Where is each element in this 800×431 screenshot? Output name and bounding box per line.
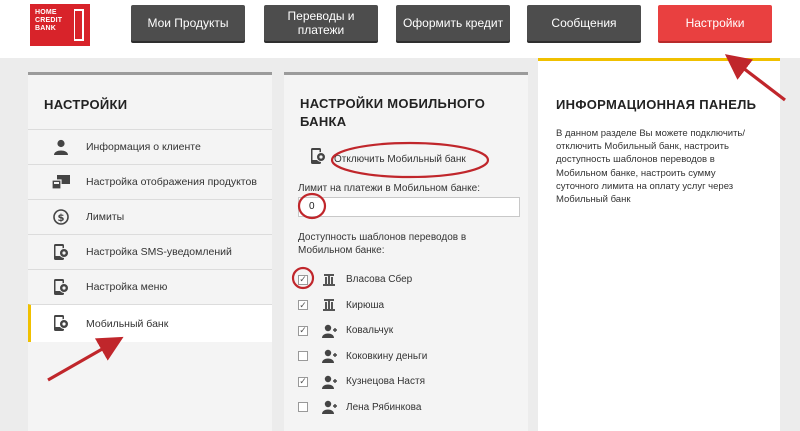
info-line: Мобильном банке, настроить сумму (556, 167, 716, 179)
settings-item-label: Мобильный банк (86, 317, 169, 330)
info-line: отключить Мобильный банк, настроить (556, 141, 729, 153)
bank-icon (322, 273, 338, 287)
settings-menu: Информация о клиенте Настройка отображен… (28, 129, 272, 342)
settings-item-mobile-bank[interactable]: Мобильный банк (28, 304, 272, 342)
disable-mobile-bank-label: Отключить Мобильный банк (334, 153, 466, 165)
bank-icon (322, 298, 338, 312)
mobile-bank-settings-title-line1: НАСТРОЙКИ МОБИЛЬНОГО (300, 96, 486, 111)
template-row: Коковкину деньги (298, 344, 522, 370)
template-checkbox[interactable]: ✓ (298, 325, 308, 336)
limit-input[interactable]: 0 (298, 197, 520, 217)
template-checkbox[interactable] (298, 402, 308, 413)
nav-my-products-button[interactable]: Мои Продукты (131, 5, 245, 41)
info-line: В данном разделе Вы можете подключить/ (556, 128, 746, 139)
svg-text:$: $ (58, 213, 65, 224)
mobile-bank-settings-content: Отключить Мобильный банк Лимит на платеж… (298, 145, 522, 420)
settings-item-label: Настройка SMS-уведомлений (86, 246, 232, 258)
nav-transfers-label-line1: Переводы и (287, 9, 355, 23)
template-name: Лена Рябинкова (346, 401, 422, 413)
template-name: Кузнецова Настя (346, 376, 425, 388)
template-name: Кирюша (346, 299, 385, 311)
limit-label: Лимит на платежи в Мобильном банке: (298, 183, 480, 194)
mobile-bank-settings-panel: НАСТРОЙКИ МОБИЛЬНОГО БАНКА Отключить Моб… (284, 72, 528, 431)
nav-my-products-label: Мои Продукты (147, 16, 229, 30)
settings-title: НАСТРОЙКИ (44, 97, 128, 112)
top-navigation-bar: HOME CREDIT BANK Мои Продукты Переводы и… (0, 0, 800, 58)
template-name: Коковкину деньги (346, 350, 428, 362)
settings-item-label: Информация о клиенте (86, 141, 201, 153)
info-line: суточного лимита на оплату услуг через (556, 180, 734, 192)
info-line: Мобильный банк (556, 194, 631, 206)
template-row: ✓ Кирюша (298, 293, 522, 319)
info-panel: ИНФОРМАЦИОННАЯ ПАНЕЛЬ В данном разделе В… (538, 58, 780, 431)
info-line: доступность шаблонов переводов в (556, 154, 715, 166)
disable-mobile-bank-button[interactable]: Отключить Мобильный банк (310, 145, 522, 173)
settings-item-label: Настройка отображения продуктов (86, 176, 257, 188)
template-checkbox[interactable] (298, 351, 308, 362)
template-checkbox[interactable]: ✓ (298, 376, 308, 387)
template-row: ✓ Кузнецова Настя (298, 369, 522, 395)
person-transfer-icon (322, 324, 338, 338)
mobile-bank-settings-title: НАСТРОЙКИ МОБИЛЬНОГО БАНКА (300, 95, 520, 131)
phone-gear-icon (310, 148, 326, 170)
info-panel-text: В данном разделе Вы можете подключить/ о… (556, 127, 770, 206)
nav-transfers-button[interactable]: Переводы и платежи (264, 5, 378, 41)
settings-item-sms[interactable]: Настройка SMS-уведомлений (28, 234, 272, 269)
settings-item-limits[interactable]: $ Лимиты (28, 199, 272, 234)
settings-item-label: Настройка меню (86, 281, 168, 293)
settings-item-display-products[interactable]: Настройка отображения продуктов (28, 164, 272, 199)
template-row: ✓ Власова Сбер (298, 267, 522, 293)
nav-messages-button[interactable]: Сообщения (527, 5, 641, 41)
mobile-bank-settings-title-line2: БАНКА (300, 114, 347, 129)
dollar-icon: $ (52, 208, 70, 226)
template-row: ✓ Ковальчук (298, 318, 522, 344)
nav-transfers-label: Переводы и платежи (288, 9, 355, 37)
person-transfer-icon (322, 400, 338, 415)
settings-item-menu[interactable]: Настройка меню (28, 269, 272, 304)
template-name: Ковальчук (346, 325, 394, 337)
settings-item-client-info[interactable]: Информация о клиенте (28, 129, 272, 164)
info-panel-title: ИНФОРМАЦИОННАЯ ПАНЕЛЬ (556, 97, 757, 112)
nav-credit-button[interactable]: Оформить кредит (396, 5, 510, 41)
settings-sidebar: НАСТРОЙКИ Информация о клиенте Настройка… (28, 72, 272, 431)
template-row: Лена Рябинкова (298, 395, 522, 421)
nav-credit-label: Оформить кредит (402, 16, 504, 30)
nav-transfers-label-line2: платежи (297, 23, 345, 37)
settings-item-label: Лимиты (86, 211, 125, 223)
logo-door-icon (74, 9, 84, 41)
templates-list: ✓ Власова Сбер ✓ Кирюша ✓ Ковальчук Коковкину … (298, 267, 522, 420)
template-checkbox[interactable]: ✓ (298, 300, 308, 311)
nav-settings-button[interactable]: Настройки (658, 5, 772, 41)
user-icon (52, 138, 70, 156)
person-transfer-icon (322, 349, 338, 364)
display-products-icon (52, 173, 70, 191)
templates-availability-label: Доступность шаблонов переводов в Мобильн… (298, 232, 467, 256)
phone-gear-icon (52, 243, 70, 261)
home-credit-bank-logo[interactable]: HOME CREDIT BANK (30, 4, 90, 46)
phone-gear-icon (52, 278, 70, 296)
nav-settings-label: Настройки (685, 16, 745, 30)
person-transfer-icon (322, 375, 338, 389)
template-name: Власова Сбер (346, 274, 413, 286)
nav-messages-label: Сообщения (551, 16, 617, 30)
phone-gear-icon (52, 315, 70, 333)
template-checkbox[interactable]: ✓ (298, 274, 308, 285)
